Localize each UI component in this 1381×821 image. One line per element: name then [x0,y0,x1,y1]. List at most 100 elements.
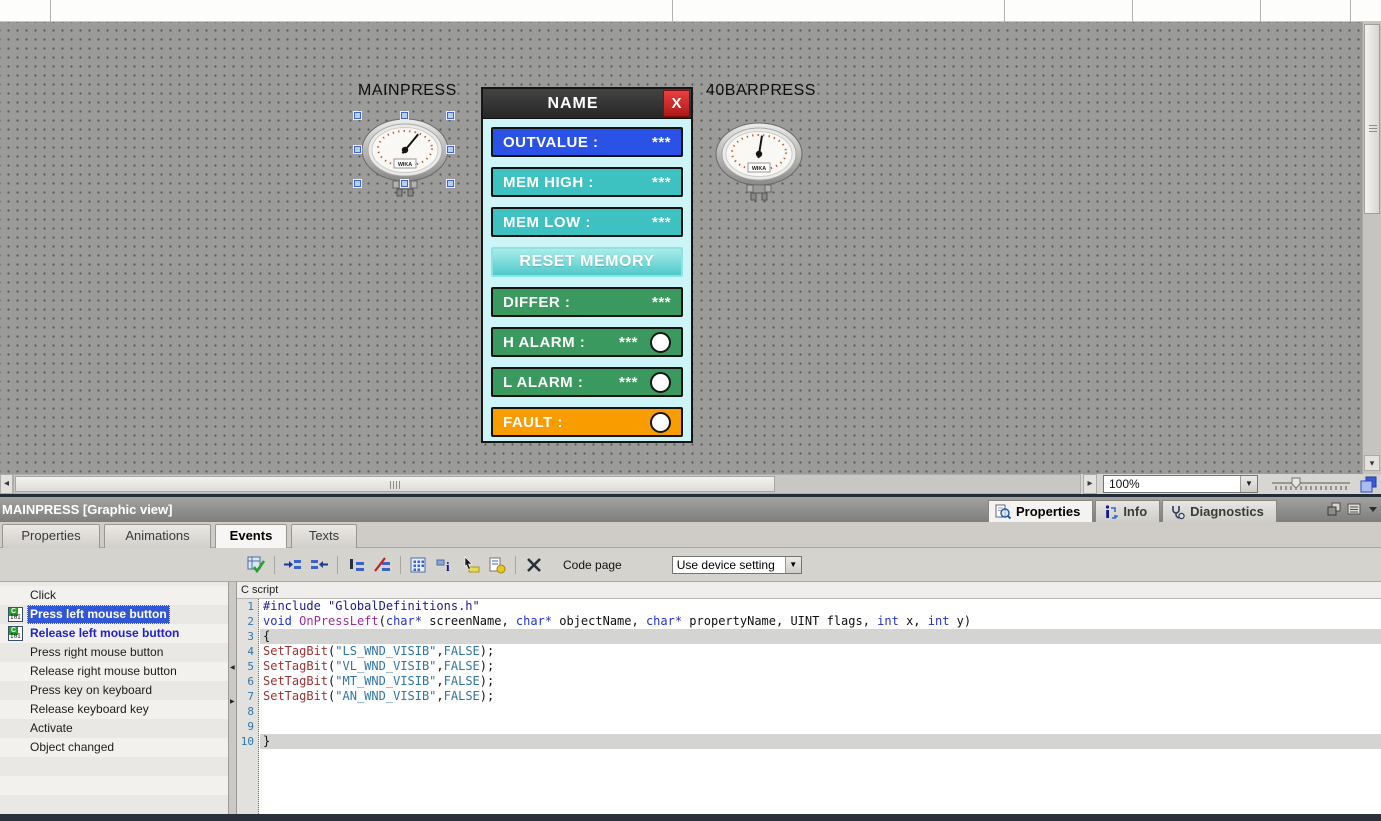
panel-tab-info[interactable]: Info [1095,500,1160,522]
event-row-empty [0,776,228,795]
bottom-statusbar [0,814,1381,821]
splitter-collapse-left-icon[interactable]: ◀ [230,664,236,671]
faceplate-row-h-alarm[interactable]: H ALARM :*** [491,327,683,357]
code-line[interactable]: void OnPressLeft(char* screenName, char*… [260,614,1381,629]
code-line[interactable]: SetTagBit("VL_WND_VISIB",FALSE); [260,659,1381,674]
faceplate-row-fault[interactable]: FAULT : [491,407,683,437]
float-panel-icon[interactable] [1327,502,1341,516]
faceplate-window[interactable]: NAME X OUTVALUE :*** MEM HIGH :*** MEM LOW… [481,87,693,443]
faceplate-row-l-alarm[interactable]: L ALARM :*** [491,367,683,397]
status-lamp [650,412,671,433]
code-line[interactable]: SetTagBit("MT_WND_VISIB",FALSE); [260,674,1381,689]
scroll-right-button[interactable]: ▸ [1083,474,1097,494]
row-value: *** [652,214,671,231]
code-line[interactable]: SetTagBit("AN_WND_VISIB",FALSE); [260,689,1381,704]
panel-menu-icon[interactable] [1347,503,1361,515]
pressure-gauge-mainpress[interactable]: WIKA [358,114,452,198]
delete-line-icon[interactable] [371,555,393,575]
event-label: Click [30,586,56,605]
faceplate-row-differ[interactable]: DIFFER :*** [491,287,683,317]
code-line[interactable]: SetTagBit("LS_WND_VISIB",FALSE); [260,644,1381,659]
faceplate-row-outvalue[interactable]: OUTVALUE :*** [491,127,683,157]
insert-line-icon[interactable] [345,555,367,575]
faceplate-row-mem-low[interactable]: MEM LOW :*** [491,207,683,237]
zoom-value: 100% [1104,476,1240,492]
validate-script-icon[interactable] [245,555,267,575]
code-line[interactable]: { [260,629,1381,644]
line-number-gutter: 12345678910 [237,599,259,814]
code-line[interactable] [260,719,1381,734]
selection-handle[interactable] [447,146,454,153]
scroll-down-button[interactable]: ▾ [1364,455,1380,471]
selection-handle[interactable] [354,112,361,119]
selection-handle[interactable] [447,180,454,187]
tia-portal-screen-editor: MAINPRESS WIKA 40BARPRESS WIKA [0,0,1381,821]
gauge-label-mainpress: MAINPRESS [358,82,457,100]
inspector-right-tabs: PropertiesInfoDiagnostics [988,500,1277,522]
close-button[interactable]: X [663,90,690,117]
horizontal-scrollbar[interactable] [13,474,1081,494]
code-page-value: Use device setting [673,557,785,573]
script-object-icon[interactable] [486,555,508,575]
code-page-select[interactable]: Use device setting ▼ [672,556,802,574]
event-row-press-key-on-keyboard[interactable]: Press key on keyboard [0,681,228,700]
vertical-scroll-thumb[interactable] [1364,24,1380,214]
event-label: Press key on keyboard [30,681,152,700]
tab-animations[interactable]: Animations [104,524,211,548]
event-label: Press right mouse button [30,643,163,662]
event-row-click[interactable]: Click [0,586,228,605]
vertical-scrollbar[interactable]: ▾ [1362,22,1381,474]
zoom-slider[interactable] [1268,474,1354,494]
code-template-icon[interactable] [408,555,430,575]
code-line[interactable]: #include "GlobalDefinitions.h" [260,599,1381,614]
event-row-press-right-mouse-button[interactable]: Press right mouse button [0,643,228,662]
cursor-highlight-icon[interactable] [460,555,482,575]
object-info-icon[interactable]: i [434,555,456,575]
collapse-panel-icon[interactable] [1367,504,1379,514]
event-row-release-keyboard-key[interactable]: Release keyboard key [0,700,228,719]
zoom-slider-thumb[interactable] [1292,478,1300,488]
indent-right-icon[interactable] [282,555,304,575]
zoom-dropdown-arrow-icon[interactable]: ▼ [1240,476,1257,492]
horizontal-scroll-thumb[interactable] [15,476,775,492]
selection-handle[interactable] [354,180,361,187]
graphic-canvas[interactable]: MAINPRESS WIKA 40BARPRESS WIKA [0,22,1362,474]
faceplate-titlebar[interactable]: NAME X [483,89,691,119]
scroll-left-button[interactable]: ◂ [0,474,13,494]
delete-script-icon[interactable] [523,555,545,575]
selection-handle[interactable] [401,180,408,187]
event-label: Activate [30,719,73,738]
faceplate-title: NAME [483,89,663,119]
faceplate-row-reset-memory[interactable]: RESET MEMORY [491,247,683,277]
event-list-splitter[interactable]: ◀ ▶ [228,582,237,814]
script-editor[interactable]: C script 12345678910 #include "GlobalDef… [237,582,1381,814]
row-value: *** [652,294,671,311]
gauge-brand: WIKA [398,162,412,168]
event-row-release-left-mouse-button[interactable]: CI0IRelease left mouse button [0,624,228,643]
selection-handle[interactable] [354,146,361,153]
tab-texts[interactable]: Texts [291,524,357,548]
ruler-tick [1260,0,1261,22]
faceplate-row-mem-high[interactable]: MEM HIGH :*** [491,167,683,197]
panel-tab-properties[interactable]: Properties [988,500,1093,522]
ruler-tick [1004,0,1005,22]
indent-left-icon[interactable] [308,555,330,575]
selection-handle[interactable] [401,112,408,119]
event-row-press-left-mouse-button[interactable]: CI0IPress left mouse button [0,605,228,624]
status-lamp [650,332,671,353]
pressure-gauge-40barpress[interactable]: WIKA [712,118,806,202]
tab-events[interactable]: Events [215,524,287,548]
code-area[interactable]: #include "GlobalDefinitions.h"void OnPre… [260,599,1381,814]
tab-properties[interactable]: Properties [2,524,100,548]
zoom-select[interactable]: 100% ▼ [1103,475,1258,493]
code-line[interactable]: } [260,734,1381,749]
event-row-activate[interactable]: Activate [0,719,228,738]
code-line[interactable] [260,704,1381,719]
event-row-object-changed[interactable]: Object changed [0,738,228,757]
fit-to-screen-icon[interactable] [1359,475,1379,494]
splitter-expand-right-icon[interactable]: ▶ [230,698,236,705]
event-row-release-right-mouse-button[interactable]: Release right mouse button [0,662,228,681]
selection-handle[interactable] [447,112,454,119]
panel-tab-diagnostics[interactable]: Diagnostics [1162,500,1277,522]
code-page-dropdown-arrow-icon[interactable]: ▼ [785,557,801,573]
